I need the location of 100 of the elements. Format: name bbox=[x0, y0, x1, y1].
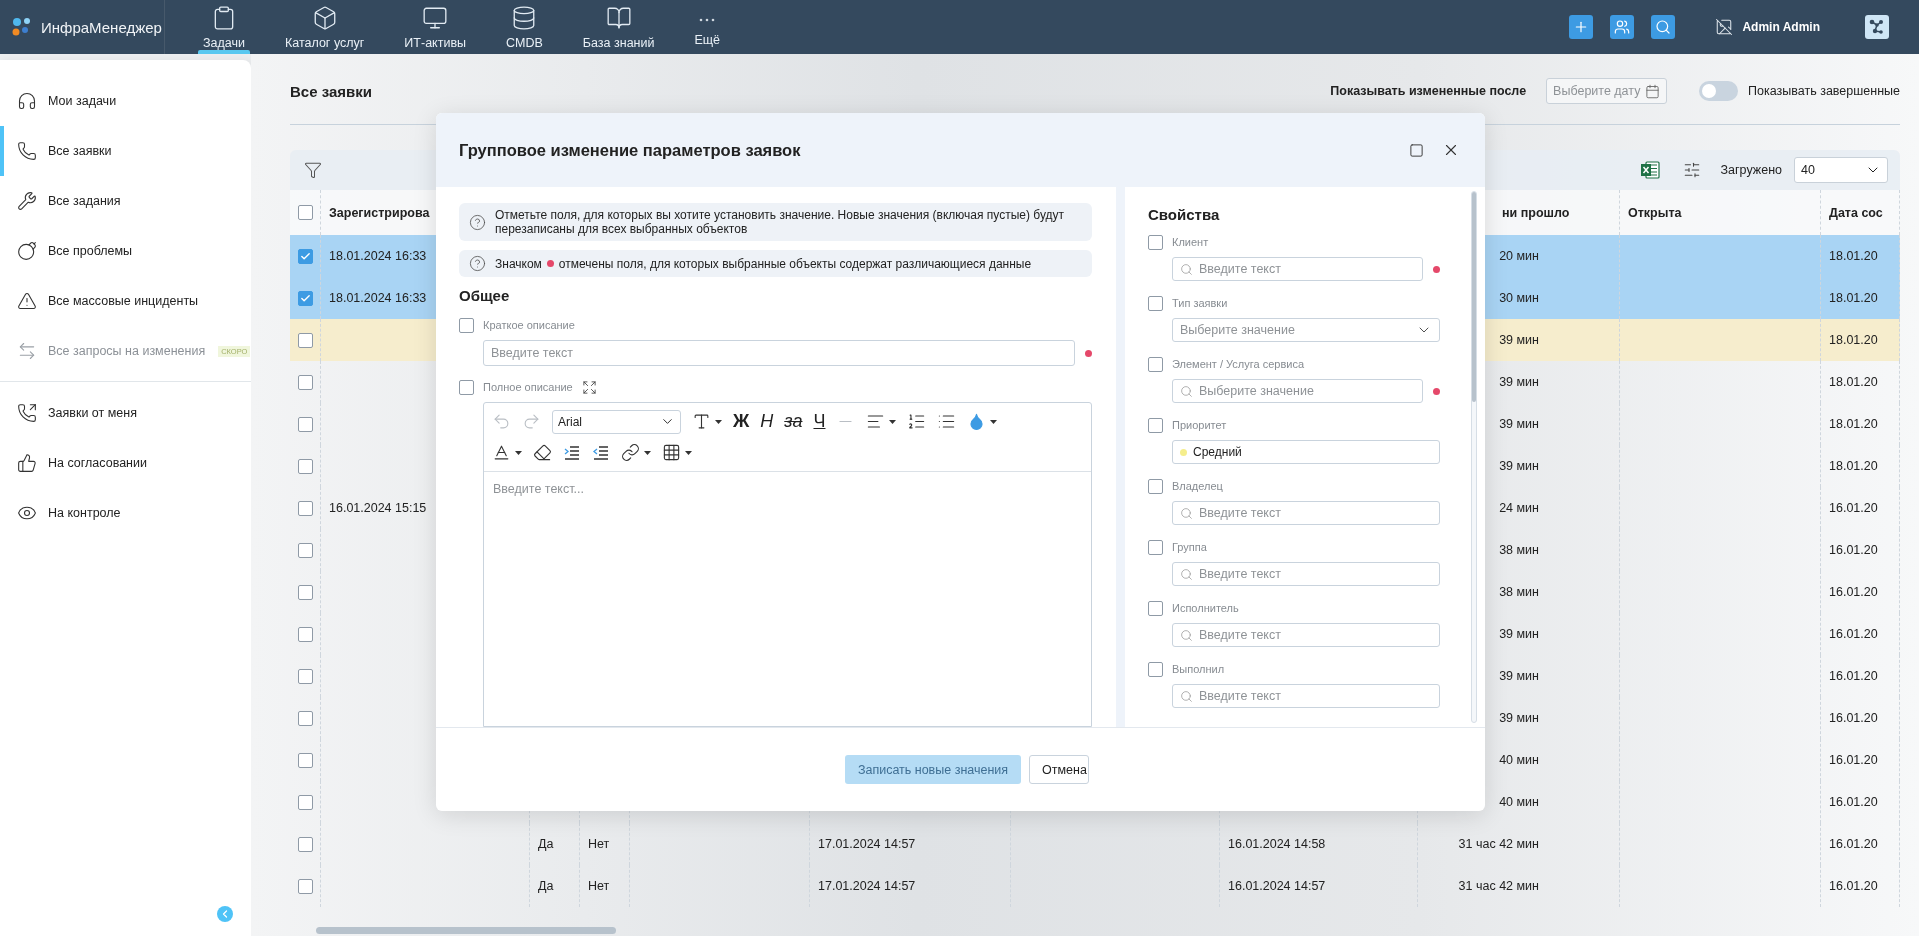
sidebar-item[interactable]: Мои задачи bbox=[0, 76, 251, 126]
table-cell: 16.01.20 bbox=[1829, 669, 1878, 683]
checkbox[interactable] bbox=[297, 584, 313, 600]
nav-tab[interactable]: Каталог услуг bbox=[264, 0, 385, 54]
maximize-icon[interactable] bbox=[1409, 142, 1424, 158]
apps-icon[interactable] bbox=[1865, 15, 1889, 39]
page-size-select[interactable]: 40 bbox=[1794, 157, 1888, 183]
eraser-icon[interactable] bbox=[533, 443, 552, 462]
checkbox[interactable] bbox=[1148, 295, 1163, 311]
column-header[interactable]: Открыта bbox=[1628, 205, 1682, 220]
add-button[interactable] bbox=[1569, 15, 1594, 39]
bomb-icon bbox=[17, 241, 37, 261]
search-icon bbox=[1655, 19, 1672, 35]
numbered-list-icon[interactable] bbox=[907, 412, 927, 431]
italic-button[interactable]: Н bbox=[760, 411, 774, 432]
checkbox[interactable] bbox=[1148, 478, 1163, 494]
link-icon[interactable] bbox=[621, 443, 640, 462]
column-header[interactable]: Дата сос bbox=[1829, 205, 1883, 220]
select-field[interactable]: Средний bbox=[1172, 440, 1440, 464]
users-button[interactable] bbox=[1610, 15, 1635, 39]
checkbox[interactable] bbox=[297, 626, 313, 642]
filter-icon[interactable] bbox=[304, 161, 322, 179]
sidebar-item[interactable]: На контроле bbox=[0, 488, 251, 538]
strike-button[interactable]: за bbox=[784, 411, 803, 432]
checkbox[interactable] bbox=[297, 542, 313, 558]
checkbox[interactable] bbox=[1148, 539, 1163, 555]
table-row[interactable]: Да Нет 17.01.2024 14:57 16.01.2024 14:57 31 час 42 мин 16.01.20 bbox=[290, 865, 1900, 907]
nav-tab[interactable]: Задачи bbox=[183, 0, 265, 54]
checkbox[interactable] bbox=[297, 668, 313, 684]
checkbox[interactable] bbox=[297, 878, 313, 894]
checkbox[interactable] bbox=[297, 205, 313, 220]
checkbox[interactable] bbox=[1148, 417, 1163, 433]
search-button[interactable] bbox=[1651, 15, 1676, 39]
caret-icon[interactable] bbox=[715, 419, 722, 424]
checkbox[interactable] bbox=[297, 458, 313, 474]
checkbox[interactable] bbox=[1148, 661, 1163, 677]
checkbox[interactable] bbox=[297, 332, 313, 348]
phone-outgoing-icon bbox=[17, 403, 37, 423]
checkbox[interactable] bbox=[1148, 600, 1163, 616]
table-row[interactable]: Да Нет 17.01.2024 14:57 16.01.2024 14:58 31 час 42 мин 16.01.20 bbox=[290, 823, 1900, 865]
checkbox[interactable] bbox=[297, 248, 313, 264]
sidebar-item[interactable]: Все проблемы bbox=[0, 226, 251, 276]
table-cell: 18.01.20 bbox=[1829, 375, 1878, 389]
toggle-label: Показывать завершенные bbox=[1748, 84, 1900, 98]
table-cell: 16.01.20 bbox=[1829, 585, 1878, 599]
checkbox[interactable] bbox=[459, 379, 474, 395]
column-header[interactable]: ни прошло bbox=[1502, 205, 1570, 220]
sidebar-item[interactable]: Заявки от меня bbox=[0, 388, 251, 438]
bold-button[interactable]: Ж bbox=[733, 411, 750, 432]
table-cell: 16.01.20 bbox=[1829, 753, 1878, 767]
column-header[interactable]: Зарегистрирова bbox=[329, 205, 430, 220]
rich-text-editor[interactable]: Arial Ж Н за Ч Введите текст... bbox=[483, 402, 1092, 727]
caret-icon[interactable] bbox=[889, 419, 897, 424]
align-icon[interactable] bbox=[866, 412, 886, 431]
settings-icon[interactable] bbox=[1682, 161, 1701, 179]
sidebar-item[interactable]: Все массовые инциденты bbox=[0, 276, 251, 326]
bullet-list-icon[interactable] bbox=[937, 412, 957, 431]
highlight-icon[interactable] bbox=[492, 443, 511, 462]
nav-tab[interactable]: CMDB bbox=[486, 0, 563, 54]
outdent-icon[interactable] bbox=[592, 443, 610, 462]
checkbox[interactable] bbox=[1148, 356, 1163, 372]
checkbox[interactable] bbox=[1148, 234, 1163, 250]
marker-icon bbox=[546, 260, 554, 267]
font-select[interactable]: Arial bbox=[552, 409, 681, 434]
caret-icon[interactable] bbox=[685, 450, 692, 455]
underline-button[interactable]: Ч bbox=[813, 411, 826, 432]
checkbox[interactable] bbox=[297, 710, 313, 726]
caret-icon[interactable] bbox=[515, 450, 522, 455]
checkbox[interactable] bbox=[297, 836, 313, 852]
checkbox[interactable] bbox=[297, 374, 313, 390]
wrench-icon bbox=[17, 191, 37, 211]
horizontal-scrollbar[interactable] bbox=[316, 927, 616, 934]
vertical-scrollbar[interactable] bbox=[1471, 191, 1477, 723]
spreadsheet-icon[interactable] bbox=[1638, 159, 1661, 181]
nav-tab[interactable]: Ещё bbox=[674, 0, 741, 54]
sidebar-item[interactable]: На согласовании bbox=[0, 438, 251, 488]
field-label: Приоритет bbox=[1172, 419, 1227, 431]
field-label: Группа bbox=[1172, 541, 1207, 553]
user-name[interactable]: Admin Admin bbox=[1742, 20, 1820, 34]
nav-tab[interactable]: ИТ-активы bbox=[384, 0, 487, 54]
toggle-switch[interactable] bbox=[1699, 81, 1739, 101]
cancel-button[interactable]: Отмена bbox=[1029, 755, 1089, 784]
checkbox[interactable] bbox=[297, 752, 313, 768]
table-icon[interactable] bbox=[662, 443, 681, 462]
avatar-icon bbox=[1715, 18, 1734, 36]
sidebar-item[interactable]: Все задания bbox=[0, 176, 251, 226]
checkbox[interactable] bbox=[297, 500, 313, 516]
checkbox[interactable] bbox=[297, 290, 313, 306]
expand-icon[interactable] bbox=[581, 379, 597, 395]
dialog-title: Групповое изменение параметров заявок bbox=[459, 140, 802, 160]
collapse-button[interactable] bbox=[217, 906, 233, 922]
nav-tab[interactable]: База знаний bbox=[562, 0, 675, 54]
checkbox[interactable] bbox=[297, 794, 313, 810]
table-cell: 20 мин bbox=[1499, 249, 1539, 263]
caret-icon[interactable] bbox=[990, 419, 998, 424]
checkbox[interactable] bbox=[459, 317, 474, 333]
text-size-icon[interactable] bbox=[692, 412, 711, 431]
caret-icon[interactable] bbox=[644, 450, 651, 455]
indent-icon[interactable] bbox=[563, 443, 581, 462]
checkbox[interactable] bbox=[297, 416, 313, 432]
